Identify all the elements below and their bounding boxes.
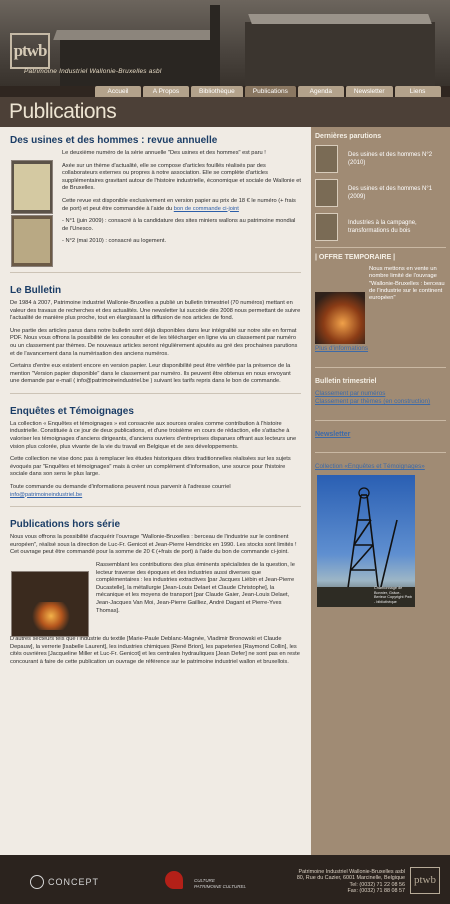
offre-more-link[interactable]: Plus d'informations	[315, 345, 446, 353]
usines-description: Axée sur un thème d'actualité, elle se c…	[62, 162, 301, 192]
page: ptwb Patrimoine Industriel Wallonie-Brux…	[0, 0, 450, 904]
parution-thumb	[315, 179, 338, 207]
parution-label: Des usines et des hommes N°2 (2010)	[348, 152, 433, 166]
bulletin-link-numeros[interactable]: Classement par numéros	[315, 390, 446, 398]
sidebar-title-offre: | OFFRE TEMPORAIRE |	[315, 254, 396, 261]
parution-label: Industries à la campagne, transformation…	[348, 220, 417, 234]
book-cover-wallonie-bruxelles[interactable]	[11, 571, 89, 638]
bulletin-p3: Certains d'entre eux existent encore en …	[10, 363, 291, 385]
site-logo[interactable]: ptwb	[10, 33, 50, 69]
site-logo-subtitle: Patrimoine Industriel Wallonie-Bruxelles…	[24, 68, 162, 75]
usines-intro: Le deuxième numéro de la série annuelle …	[62, 150, 266, 156]
header-banner: ptwb Patrimoine Industriel Wallonie-Brux…	[0, 0, 450, 86]
concept-logo-icon	[30, 875, 44, 889]
section-title-usines: Des usines et des hommes : revue annuell…	[10, 135, 218, 146]
parution-thumb	[315, 213, 338, 241]
usines-price: Cette revue est disponible exclusivement…	[62, 198, 301, 213]
sidebar-title-dernieres: Dernières parutions	[315, 133, 382, 140]
cover-usines-n2[interactable]	[11, 160, 53, 214]
divider	[10, 506, 301, 508]
rooster-icon	[165, 871, 183, 889]
bulletin-p1: De 1984 à 2007, Patrimoine industriel Wa…	[10, 299, 301, 322]
title-bar: Publications	[0, 97, 450, 127]
bulletin-p2: Une partie des articles parus dans notre…	[10, 327, 298, 357]
footer-logo[interactable]: ptwb	[410, 867, 440, 894]
email-link[interactable]: info@patrimoineindustriel.be	[10, 492, 82, 498]
section-hors-serie: Publications hors série Nous vous offron…	[10, 519, 301, 666]
factory-roof	[53, 30, 217, 40]
section-usines: Des usines et des hommes : revue annuell…	[10, 135, 301, 267]
section-title-enquetes: Enquêtes et Témoignages	[10, 405, 134, 417]
footer-fax: Fax: (0032) 71 88 08 57	[347, 888, 405, 895]
culture-line-2: PATRIMOINE CULTUREL	[194, 883, 247, 889]
hall-roof	[248, 14, 432, 24]
usines-item-1: - N°1 (juin 2009) : consacré à la candid…	[62, 218, 296, 232]
hors-serie-p1: Nous vous offrons la possibilité d'acqué…	[10, 534, 297, 556]
parution-label: Des usines et des hommes N°1 (2009)	[348, 186, 433, 200]
factory-building	[60, 38, 210, 86]
sidebar-collection-link[interactable]: Collection «Enquêtes et Témoignages»	[315, 463, 446, 471]
enquetes-p3: Toute commande ou demande d'informations…	[10, 484, 301, 499]
divider	[10, 392, 301, 394]
section-bulletin: Le Bulletin De 1984 à 2007, Patrimoine i…	[10, 285, 301, 386]
sidebar-parution-1[interactable]: Des usines et des hommes N°2 (2010)	[315, 145, 446, 173]
section-title-hors-serie: Publications hors série	[10, 519, 121, 531]
enquetes-p3-text: Toute commande ou demande d'informations…	[10, 484, 231, 491]
bon-commande-link[interactable]: bon de commande ci-joint	[174, 206, 239, 212]
sidebar: Dernières parutions Des usines et des ho…	[311, 127, 450, 855]
footer: CONCEPT CULTURE PATRIMOINE CULTUREL Patri…	[0, 855, 450, 904]
offre-book-image[interactable]	[315, 292, 365, 344]
section-enquetes: Enquêtes et Témoignages La collection « …	[10, 406, 301, 499]
hors-serie-p3: D'autres secteurs tels que l'industrie d…	[10, 636, 300, 665]
section-title-bulletin: Le Bulletin	[10, 284, 62, 296]
bulletin-link-themes[interactable]: Classement par thèmes (en construction)	[315, 398, 446, 406]
sidebar-divider	[315, 452, 446, 453]
sidebar-newsletter-link[interactable]: Newsletter	[315, 431, 446, 438]
cover-usines-n1[interactable]	[11, 215, 53, 267]
sidebar-parution-3[interactable]: Industries à la campagne, transformation…	[315, 213, 446, 241]
book-cover-glow	[32, 602, 70, 631]
usines-item-2: - N°2 (mai 2010) : consacré au logement.	[62, 238, 167, 245]
hors-serie-p2: Rassemblant les contributions des plus é…	[96, 562, 295, 614]
headframe-photo[interactable]: Charbonnage de Bonnier, Grâce-Berleur Co…	[317, 475, 415, 607]
photo-caption: Charbonnage de Bonnier, Grâce-Berleur Co…	[374, 586, 412, 604]
sidebar-divider	[315, 247, 446, 248]
enquetes-p1: La collection « Enquêtes et témoignages …	[10, 420, 297, 450]
sidebar-parution-2[interactable]: Des usines et des hommes N°1 (2009)	[315, 179, 446, 207]
main-content: Des usines et des hommes : revue annuell…	[0, 127, 311, 855]
sidebar-title-bulletin: Bulletin trimestriel	[315, 378, 377, 385]
parution-thumb	[315, 145, 338, 173]
offre-text: Nous mettons en vente un nombre limité d…	[369, 266, 445, 302]
concept-logo[interactable]: CONCEPT	[48, 877, 99, 887]
enquetes-p2: Cette collection ne vise donc pas à remp…	[10, 456, 291, 478]
sidebar-divider	[315, 420, 446, 421]
culture-logo[interactable]: CULTURE PATRIMOINE CULTUREL	[194, 878, 246, 889]
offre-block: Nous mettons en vente un nombre limité d…	[315, 266, 446, 344]
footer-address: Patrimoine Industriel Wallonie-Bruxelles…	[260, 869, 405, 895]
divider	[10, 271, 301, 273]
chimney	[210, 5, 220, 86]
sidebar-divider	[315, 367, 446, 368]
page-title: Publications	[9, 100, 117, 123]
factory-hall	[245, 22, 435, 86]
